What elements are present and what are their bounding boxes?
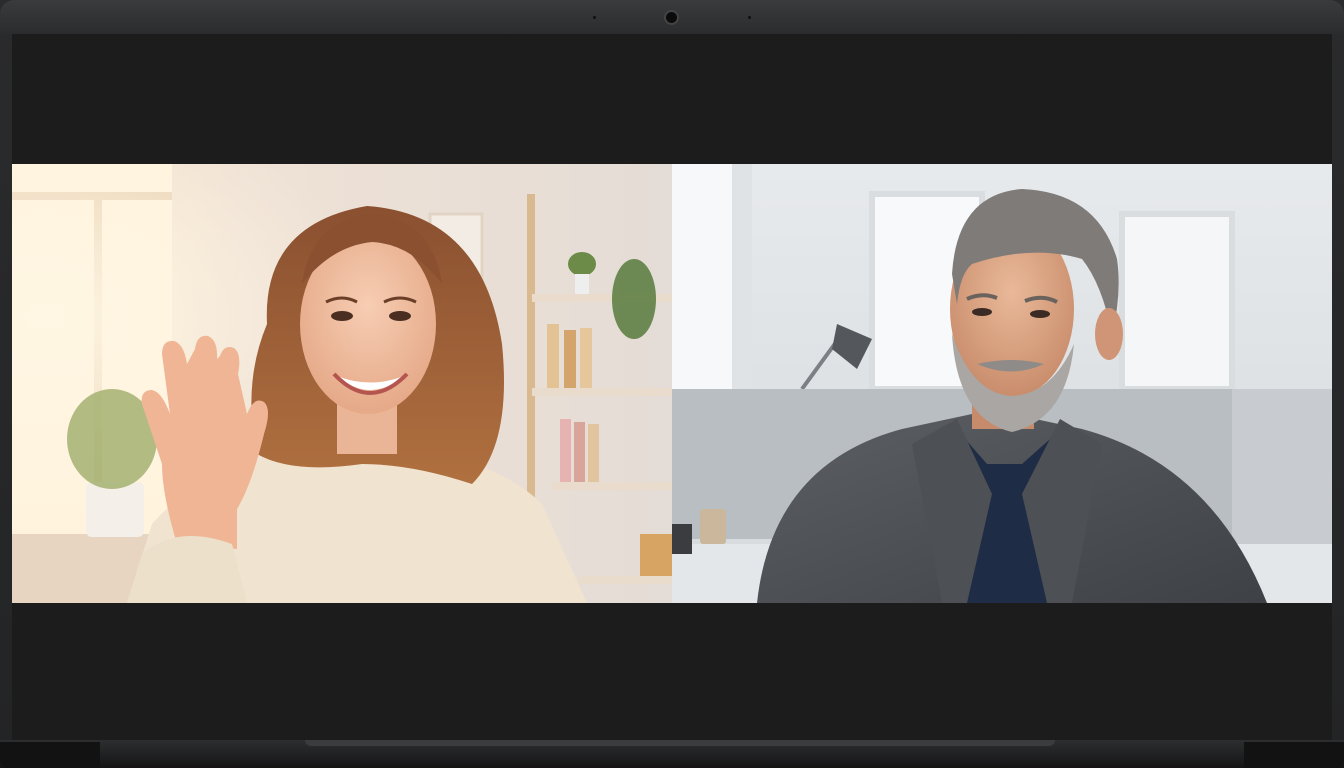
- participant-video-left: [12, 164, 672, 603]
- laptop-hinge-right: [1244, 742, 1344, 768]
- laptop: [0, 0, 1344, 768]
- video-call-screen: [12, 34, 1332, 740]
- webcam-icon: [666, 12, 677, 23]
- laptop-lid-notch: [305, 740, 1055, 746]
- laptop-top-bezel: [0, 0, 1344, 34]
- participant-video-right: [672, 164, 1332, 603]
- indicator-light: [748, 16, 751, 19]
- participant-tile-left[interactable]: [12, 164, 672, 603]
- laptop-hinge-left: [0, 742, 100, 768]
- ambient-sensor: [593, 16, 596, 19]
- participant-tile-right[interactable]: [672, 164, 1332, 603]
